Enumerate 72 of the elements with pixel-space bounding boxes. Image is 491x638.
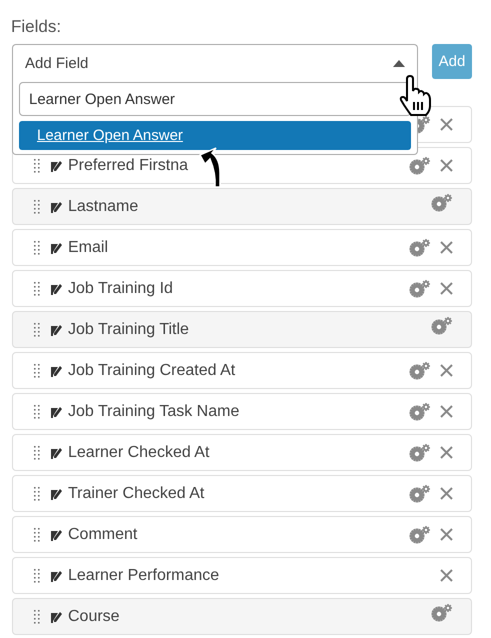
field-name: Learner Checked At — [68, 444, 210, 462]
drag-handle-icon[interactable] — [34, 568, 40, 582]
close-icon[interactable] — [440, 364, 453, 377]
field-row[interactable]: Job Training Created At — [12, 352, 472, 389]
field-row[interactable]: Comment — [12, 516, 472, 553]
settings-icon[interactable] — [409, 280, 431, 298]
field-name: Job Training Title — [68, 320, 189, 338]
close-icon[interactable] — [440, 446, 453, 459]
drag-handle-icon[interactable] — [34, 158, 40, 172]
drag-handle-icon[interactable] — [34, 528, 40, 542]
drag-handle-icon[interactable] — [34, 240, 40, 254]
edit-icon[interactable] — [51, 364, 63, 376]
settings-icon[interactable] — [409, 526, 431, 544]
settings-icon[interactable] — [409, 156, 431, 174]
drag-handle-icon[interactable] — [34, 404, 40, 418]
edit-icon[interactable] — [51, 324, 63, 336]
edit-icon[interactable] — [51, 160, 63, 172]
field-row[interactable]: Trainer Checked At — [12, 475, 472, 512]
settings-icon[interactable] — [431, 194, 453, 212]
field-name: Comment — [68, 526, 138, 544]
edit-icon[interactable] — [51, 242, 63, 254]
drag-handle-icon[interactable] — [34, 446, 40, 460]
close-icon[interactable] — [440, 569, 453, 582]
drag-handle-icon[interactable] — [34, 486, 40, 500]
field-row[interactable]: Learner Checked At — [12, 434, 472, 471]
field-name: Course — [68, 608, 120, 626]
edit-icon[interactable] — [51, 488, 63, 500]
edit-icon[interactable] — [51, 282, 63, 294]
field-select[interactable]: Add Field — [12, 44, 418, 82]
edit-icon[interactable] — [51, 446, 63, 458]
field-name: Preferred Firstna — [68, 156, 188, 174]
drag-handle-icon[interactable] — [34, 610, 40, 624]
field-row[interactable]: Job Training Id — [12, 270, 472, 307]
settings-icon[interactable] — [431, 316, 453, 334]
settings-icon[interactable] — [409, 238, 431, 256]
field-row[interactable]: Course — [12, 598, 472, 635]
close-icon[interactable] — [440, 528, 453, 541]
drag-handle-icon[interactable] — [34, 200, 40, 214]
field-name: Trainer Checked At — [68, 484, 204, 502]
section-heading: Fields: — [11, 16, 62, 38]
close-icon[interactable] — [440, 487, 453, 500]
close-icon[interactable] — [440, 241, 453, 254]
close-icon[interactable] — [440, 282, 453, 295]
caret-icon — [393, 60, 405, 67]
settings-icon[interactable] — [409, 402, 431, 420]
field-row[interactable]: Lastname — [12, 188, 472, 225]
edit-icon[interactable] — [51, 406, 63, 418]
drag-handle-icon[interactable] — [34, 322, 40, 336]
field-row[interactable]: Job Training Task Name — [12, 393, 472, 430]
drag-handle-icon[interactable] — [34, 282, 40, 296]
field-name: Job Training Task Name — [68, 402, 240, 420]
field-name: Learner Performance — [68, 566, 220, 584]
field-name: Email — [68, 238, 108, 256]
edit-icon[interactable] — [51, 200, 63, 212]
settings-icon[interactable] — [409, 444, 431, 462]
field-row[interactable]: Email — [12, 229, 472, 266]
settings-icon[interactable] — [431, 604, 453, 622]
field-row[interactable]: Job Training Title — [12, 311, 472, 348]
edit-icon[interactable] — [51, 610, 63, 622]
drag-handle-icon[interactable] — [34, 364, 40, 378]
edit-icon[interactable] — [51, 528, 63, 540]
settings-icon[interactable] — [409, 484, 431, 502]
field-name: Job Training Created At — [68, 362, 236, 380]
field-row[interactable]: Learner Performance — [12, 557, 472, 594]
close-icon[interactable] — [440, 159, 453, 172]
settings-icon[interactable] — [409, 362, 431, 380]
edit-icon[interactable] — [51, 570, 63, 582]
field-name: Lastname — [68, 198, 138, 216]
close-icon[interactable] — [440, 118, 453, 131]
dropdown-option[interactable]: Learner Open Answer — [19, 121, 411, 150]
field-name: Job Training Id — [68, 280, 173, 298]
close-icon[interactable] — [440, 405, 453, 418]
